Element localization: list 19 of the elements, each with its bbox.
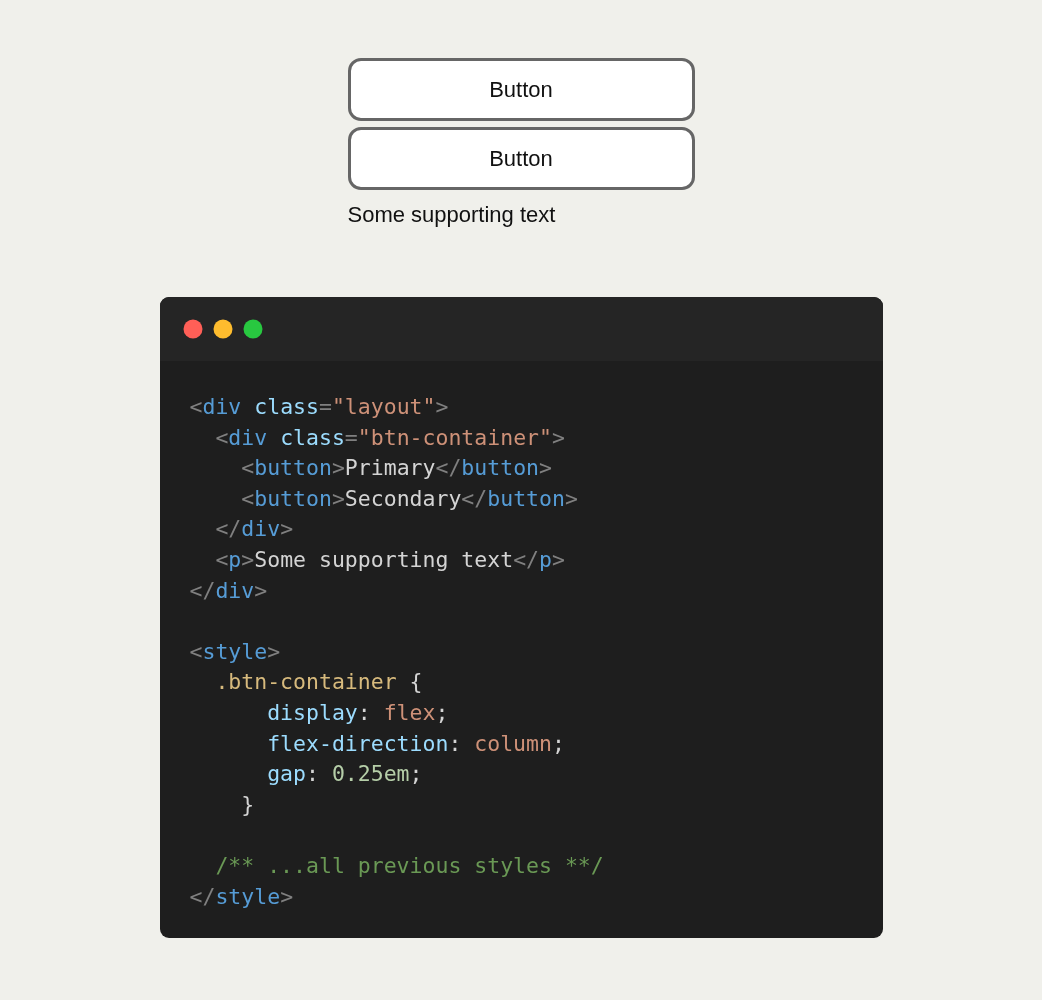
code-line: /** ...all previous styles **/ [214, 851, 605, 880]
code-line: .btn-container { [214, 668, 424, 697]
code-line: <style> [189, 637, 282, 666]
code-line: display: flex; [266, 698, 450, 727]
code-line: } [240, 790, 256, 819]
supporting-text: Some supporting text [347, 202, 557, 228]
code-line: gap: 0.25em; [266, 760, 424, 789]
window-controls-icon [182, 319, 265, 339]
code-line: </style> [189, 882, 295, 911]
demo-button[interactable]: Button [347, 127, 695, 190]
code-line: </div> [214, 515, 295, 544]
code-line: <div class="layout"> [189, 393, 450, 421]
code-line: <div class="btn-container"> [214, 423, 566, 452]
code-line: flex-direction: column; [266, 729, 566, 758]
code-line: <p>Some supporting text</p> [214, 545, 566, 574]
demo-button[interactable]: Button [347, 58, 695, 121]
code-line: <button>Primary</button> [240, 454, 553, 483]
code-line: </div> [189, 576, 269, 605]
code-line: <button>Secondary</button> [240, 484, 579, 513]
